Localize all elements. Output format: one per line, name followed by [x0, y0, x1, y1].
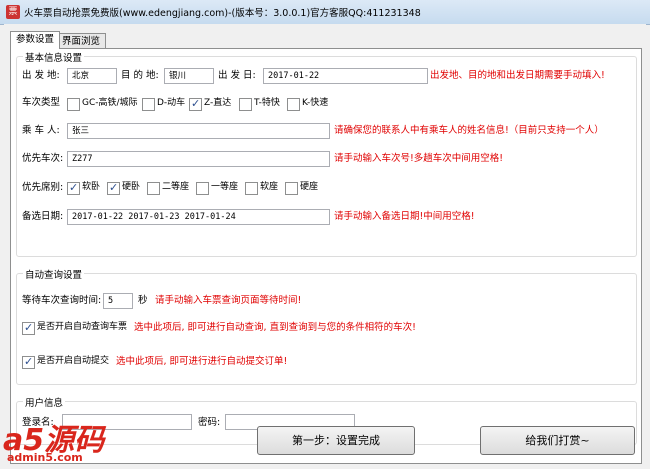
train-type-k-label: K-快速	[302, 98, 329, 108]
auto-query-label: 是否开启自动查询车票	[37, 322, 128, 332]
train-type-t-label: T-特快	[254, 98, 280, 108]
train-type-gc-checkbox[interactable]	[67, 98, 80, 111]
seat-second-class-label: 二等座	[162, 182, 190, 192]
seat-second-class-checkbox[interactable]	[147, 182, 160, 195]
client-area: 参数设置 界面浏览 基本信息设置 出 发 地: 北京 目 的 地: 银川 出 发…	[4, 24, 646, 465]
train-type-z-checkbox[interactable]	[189, 97, 202, 111]
to-input[interactable]: 银川	[164, 68, 214, 84]
date-input[interactable]: 2017-01-22	[263, 68, 428, 84]
priority-train-label: 优先车次:	[22, 153, 64, 164]
basic-info-title: 基本信息设置	[23, 50, 85, 64]
passenger-label: 乘 车 人:	[22, 125, 60, 136]
basic-info-group: 基本信息设置 出 发 地: 北京 目 的 地: 银川 出 发 日: 2017-0…	[16, 50, 637, 257]
next-step-button[interactable]: 第一步：设置完成	[257, 426, 415, 455]
seat-soft-seat-checkbox[interactable]	[245, 182, 258, 195]
seat-soft-seat-label: 软座	[260, 182, 279, 192]
train-type-label: 车次类型	[22, 97, 61, 108]
wait-time-label: 等待车次查询时间:	[22, 295, 102, 306]
date-hint: 出发地、目的地和出发日期需要手动填入!	[430, 70, 605, 81]
passenger-input[interactable]: 张三	[67, 123, 330, 139]
tab-interface-browse[interactable]: 界面浏览	[56, 33, 107, 49]
auto-submit-label: 是否开启自动提交	[37, 356, 110, 366]
to-label: 目 的 地:	[121, 70, 159, 81]
seat-first-class-label: 一等座	[211, 182, 239, 192]
train-type-t-checkbox[interactable]	[239, 98, 252, 111]
train-type-k-checkbox[interactable]	[287, 98, 300, 111]
date-label: 出 发 日:	[218, 70, 256, 81]
a5-watermark-logo: a5源码 admin5.com	[3, 415, 123, 465]
auto-submit-hint: 选中此项后, 即可进行进行自动提交订单!	[116, 356, 288, 367]
watermark-url: admin5.com	[7, 451, 83, 464]
seat-label: 优先席别:	[22, 182, 64, 193]
passenger-hint: 请确保您的联系人中有乘车人的姓名信息!（目前只支持一个人）	[334, 125, 604, 136]
title-bar: 票 火车票自动抢票免费版(www.edengjiang.com)-(版本号：3.…	[0, 0, 650, 25]
train-type-d-label: D-动车	[157, 98, 186, 108]
window-title: 火车票自动抢票免费版(www.edengjiang.com)-(版本号：3.0.…	[24, 8, 421, 19]
seat-hard-sleeper-checkbox[interactable]	[107, 181, 120, 195]
alt-date-input[interactable]: 2017-01-22 2017-01-23 2017-01-24	[67, 209, 330, 225]
priority-train-input[interactable]: Z277	[67, 151, 330, 167]
password-label: 密码:	[198, 417, 221, 428]
auto-query-title: 自动查询设置	[23, 267, 85, 281]
wait-time-input[interactable]: 5	[103, 293, 133, 309]
tab-parameter-settings[interactable]: 参数设置	[10, 31, 61, 49]
wait-time-hint: 请手动输入车票查询页面等待时间!	[155, 295, 302, 306]
tip-button[interactable]: 给我们打赏~	[480, 426, 635, 455]
seat-soft-sleeper-label: 软卧	[82, 182, 101, 192]
seat-hard-sleeper-label: 硬卧	[122, 182, 141, 192]
train-type-gc-label: GC-高铁/城际	[82, 98, 138, 108]
seat-soft-sleeper-checkbox[interactable]	[67, 181, 80, 195]
auto-query-hint: 选中此项后, 即可进行自动查询, 直到查询到与您的条件相符的车次!	[134, 322, 416, 333]
train-type-z-label: Z-直达	[204, 98, 232, 108]
from-label: 出 发 地:	[22, 70, 60, 81]
from-input[interactable]: 北京	[67, 68, 117, 84]
alt-date-label: 备选日期:	[22, 211, 64, 222]
auto-query-group: 自动查询设置 等待车次查询时间: 5 秒 请手动输入车票查询页面等待时间! 是否…	[16, 267, 637, 385]
wait-time-unit: 秒	[138, 295, 148, 306]
tab-page-settings: 基本信息设置 出 发 地: 北京 目 的 地: 银川 出 发 日: 2017-0…	[10, 48, 642, 464]
user-info-title: 用户信息	[23, 395, 66, 409]
alt-date-hint: 请手动输入备选日期!中间用空格!	[334, 211, 475, 222]
auto-query-checkbox[interactable]	[22, 321, 35, 335]
seat-hard-seat-label: 硬座	[300, 182, 319, 192]
seat-first-class-checkbox[interactable]	[196, 182, 209, 195]
seat-hard-seat-checkbox[interactable]	[285, 182, 298, 195]
app-icon: 票	[6, 5, 20, 19]
priority-train-hint: 请手动输入车次号!多趟车次中间用空格!	[334, 153, 504, 164]
train-type-d-checkbox[interactable]	[142, 98, 155, 111]
auto-submit-checkbox[interactable]	[22, 355, 35, 369]
